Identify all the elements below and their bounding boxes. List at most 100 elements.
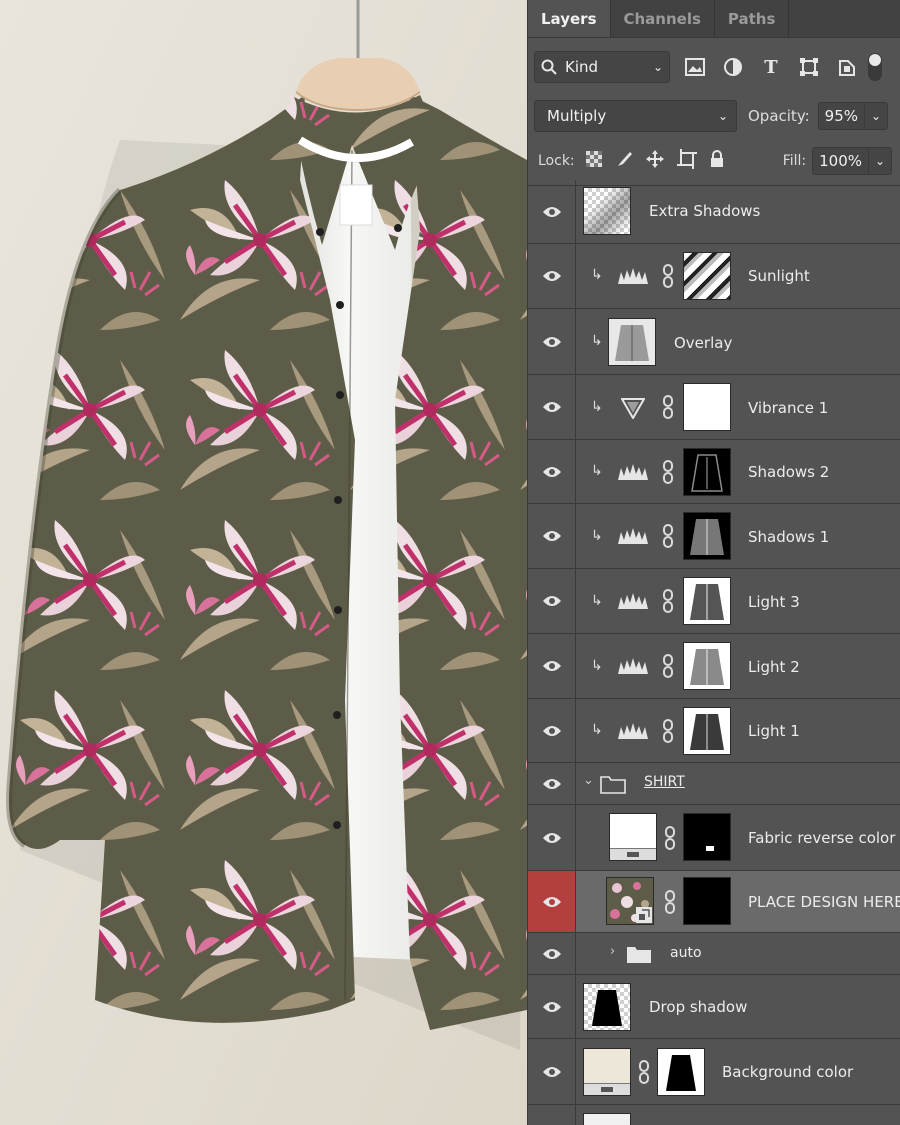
type-layer-filter-icon[interactable]: T bbox=[760, 56, 782, 78]
fill-value[interactable]: 100% bbox=[813, 147, 869, 174]
filter-kind-select[interactable]: Kind ⌄ bbox=[534, 51, 670, 83]
eye-icon bbox=[542, 466, 561, 477]
layer-row-partial[interactable] bbox=[528, 1105, 900, 1125]
eye-icon bbox=[542, 778, 561, 789]
visibility-toggle[interactable] bbox=[528, 1105, 576, 1125]
clipping-mask-arrow-icon: ↳ bbox=[591, 528, 603, 544]
link-chain-icon[interactable] bbox=[664, 890, 676, 914]
opacity-dropdown-icon[interactable]: ⌄ bbox=[865, 109, 887, 123]
lock-label: Lock: bbox=[538, 152, 575, 169]
document-canvas[interactable] bbox=[0, 0, 527, 1125]
layer-mask-thumbnail bbox=[683, 707, 731, 755]
eye-icon bbox=[542, 832, 561, 843]
lock-image-pixels-icon[interactable] bbox=[615, 150, 633, 172]
opacity-field[interactable]: 95% ⌄ bbox=[817, 102, 888, 130]
layer-row-drop-shadow[interactable]: Drop shadow bbox=[528, 975, 900, 1039]
chevron-right-icon[interactable]: › bbox=[610, 944, 615, 959]
layer-filter-row: Kind ⌄ T bbox=[528, 38, 900, 96]
layer-row-shadows-1[interactable]: ↳ Shadows 1 bbox=[528, 504, 900, 569]
link-chain-icon[interactable] bbox=[662, 719, 674, 743]
layer-row-light-3[interactable]: ↳ Light 3 bbox=[528, 569, 900, 634]
layer-name: PLACE DESIGN HERE bbox=[748, 893, 900, 911]
folder-icon bbox=[600, 776, 626, 794]
blend-row: Multiply ⌄ Opacity: 95% ⌄ bbox=[528, 96, 900, 136]
layer-row-fabric-reverse-color[interactable]: Fabric reverse color bbox=[528, 805, 900, 871]
layer-row-light-1[interactable]: ↳ Light 1 bbox=[528, 699, 900, 763]
eye-icon bbox=[542, 271, 561, 281]
layer-group-auto[interactable]: › auto bbox=[528, 933, 900, 975]
layer-mask-thumbnail bbox=[683, 252, 731, 300]
visibility-toggle[interactable] bbox=[528, 244, 576, 308]
eye-icon bbox=[542, 596, 561, 606]
lock-all-icon[interactable] bbox=[709, 149, 725, 172]
lock-artboard-icon[interactable] bbox=[676, 148, 697, 173]
layers-panel: Layers Channels Paths Kind ⌄ T Multiply … bbox=[527, 0, 900, 1125]
layer-row-sunlight[interactable]: ↳ Sunlight bbox=[528, 244, 900, 309]
layer-mask-thumbnail bbox=[683, 577, 731, 625]
layer-row-overlay[interactable]: ↳ Overlay bbox=[528, 309, 900, 375]
visibility-toggle[interactable] bbox=[528, 375, 576, 439]
vibrance-adjustment-icon bbox=[621, 398, 645, 419]
visibility-toggle[interactable] bbox=[528, 871, 576, 932]
eye-icon bbox=[542, 336, 561, 347]
visibility-toggle[interactable] bbox=[528, 440, 576, 503]
layer-thumbnail bbox=[583, 983, 631, 1031]
visibility-toggle[interactable] bbox=[528, 805, 576, 870]
link-chain-icon[interactable] bbox=[662, 654, 674, 678]
layer-row-place-design-here[interactable]: PLACE DESIGN HERE bbox=[528, 871, 900, 933]
visibility-toggle[interactable] bbox=[528, 763, 576, 804]
tab-paths[interactable]: Paths bbox=[715, 0, 790, 37]
filter-kind-label: Kind bbox=[565, 58, 599, 76]
link-chain-icon[interactable] bbox=[662, 524, 674, 548]
visibility-toggle[interactable] bbox=[528, 504, 576, 568]
chevron-down-icon[interactable]: ⌄ bbox=[583, 773, 594, 788]
search-icon bbox=[541, 59, 557, 75]
eye-icon bbox=[542, 948, 561, 959]
layer-name: Light 1 bbox=[748, 722, 800, 740]
layer-mask-thumbnail bbox=[683, 383, 731, 431]
levels-adjustment-icon bbox=[618, 658, 648, 674]
eye-icon bbox=[542, 1066, 561, 1077]
layer-row-vibrance-1[interactable]: ↳ Vibrance 1 bbox=[528, 375, 900, 440]
visibility-toggle[interactable] bbox=[528, 1039, 576, 1104]
layer-row-shadows-2[interactable]: ↳ Shadows 2 bbox=[528, 440, 900, 504]
layer-row-light-2[interactable]: ↳ Light 2 bbox=[528, 634, 900, 699]
layer-mask-thumbnail bbox=[683, 448, 731, 496]
visibility-toggle[interactable] bbox=[528, 975, 576, 1038]
tab-layers[interactable]: Layers bbox=[528, 0, 611, 37]
shape-layer-filter-icon[interactable] bbox=[798, 56, 820, 78]
link-chain-icon[interactable] bbox=[662, 589, 674, 613]
filter-toggle-switch[interactable] bbox=[868, 53, 882, 81]
link-chain-icon[interactable] bbox=[662, 460, 674, 484]
visibility-toggle[interactable] bbox=[528, 309, 576, 374]
visibility-toggle[interactable] bbox=[528, 569, 576, 633]
clipping-mask-arrow-icon: ↳ bbox=[591, 722, 603, 738]
visibility-toggle[interactable] bbox=[528, 634, 576, 698]
link-chain-icon[interactable] bbox=[662, 395, 674, 419]
blend-mode-select[interactable]: Multiply ⌄ bbox=[534, 100, 737, 132]
pixel-layer-filter-icon[interactable] bbox=[684, 56, 706, 78]
eye-icon bbox=[542, 1001, 561, 1012]
layer-group-shirt[interactable]: ⌄ SHIRT bbox=[528, 763, 900, 805]
layer-row-extra-shadows[interactable]: Extra Shadows bbox=[528, 180, 900, 244]
link-chain-icon[interactable] bbox=[664, 826, 676, 850]
blend-mode-value: Multiply bbox=[547, 107, 607, 125]
layer-mask-thumbnail bbox=[683, 877, 731, 925]
lock-transparent-pixels-icon[interactable] bbox=[585, 150, 603, 172]
adjustment-layer-filter-icon[interactable] bbox=[722, 56, 744, 78]
layer-name: Fabric reverse color bbox=[748, 829, 896, 847]
visibility-toggle[interactable] bbox=[528, 933, 576, 974]
link-chain-icon[interactable] bbox=[662, 264, 674, 288]
shirt-mockup-image bbox=[0, 0, 527, 1125]
tab-channels[interactable]: Channels bbox=[611, 0, 715, 37]
fill-dropdown-icon[interactable]: ⌄ bbox=[869, 154, 891, 168]
link-chain-icon[interactable] bbox=[638, 1060, 650, 1084]
fill-field[interactable]: 100% ⌄ bbox=[812, 146, 892, 175]
lock-position-icon[interactable] bbox=[645, 149, 665, 173]
opacity-value[interactable]: 95% bbox=[819, 103, 865, 129]
layer-row-background-color[interactable]: Background color bbox=[528, 1039, 900, 1105]
layer-thumbnail bbox=[609, 813, 657, 861]
visibility-toggle[interactable] bbox=[528, 699, 576, 762]
smart-object-filter-icon[interactable] bbox=[836, 56, 858, 78]
visibility-toggle[interactable] bbox=[528, 180, 576, 243]
